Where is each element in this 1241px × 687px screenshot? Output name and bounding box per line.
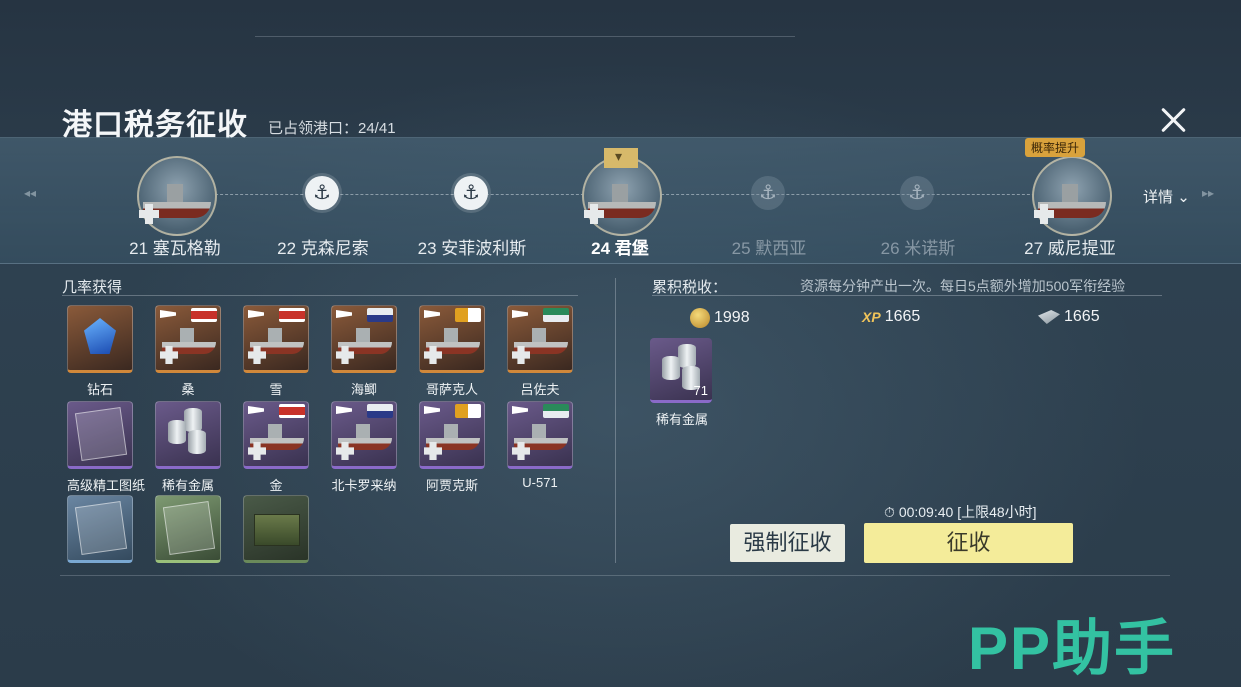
port-label: 27 威尼提亚 [1024, 239, 1116, 258]
steel-amount: 1665 [1064, 308, 1100, 325]
ship-icon [1032, 156, 1112, 236]
xp-resource: XP 1665 [862, 308, 920, 326]
drop-item-name: 桑 [181, 382, 195, 397]
xp-amount: 1665 [884, 308, 921, 325]
reward-item[interactable]: 71 稀有金属 [650, 338, 714, 428]
flag-icon [543, 404, 569, 418]
steel-icon [1038, 310, 1060, 324]
port-label: 26 米诺斯 [880, 239, 956, 258]
accumulated-title: 累积税收： [652, 279, 728, 296]
current-location-icon [604, 148, 638, 168]
metal-icon [155, 401, 221, 469]
crate-icon [254, 514, 300, 546]
anchor-icon: ⚓ [305, 176, 339, 210]
drop-item[interactable] [155, 495, 221, 563]
chevron-down-icon: ⌄ [1177, 189, 1190, 206]
drop-item[interactable]: U-571 [507, 401, 573, 490]
drop-item[interactable] [243, 495, 309, 563]
diamond-icon [84, 318, 116, 354]
drops-divider [62, 295, 578, 296]
drop-item[interactable]: 稀有金属 [155, 401, 221, 494]
drop-item[interactable]: 雪 [243, 305, 309, 398]
anchor-icon: ⚓ [900, 176, 934, 210]
watermark-logo: PP助手 [968, 615, 1177, 682]
ship-icon [582, 156, 662, 236]
accumulated-divider [652, 295, 1162, 296]
drop-item-name: U-571 [522, 475, 558, 490]
drop-item[interactable]: 哥萨克人 [419, 305, 485, 398]
occupied-ports-count: 已占领港口：24/41 [268, 120, 396, 137]
scroll-left-icon[interactable]: ◂◂ [24, 186, 36, 200]
drop-item-name: 高级精工图纸 [67, 478, 146, 493]
drop-item[interactable]: 海鲫 [331, 305, 397, 398]
drops-title: 几率获得 [62, 279, 123, 296]
flag-icon [279, 308, 305, 322]
metal-icon: 71 [650, 338, 712, 403]
drop-item[interactable]: 高级精工图纸 [67, 401, 146, 494]
drop-item[interactable]: 钻石 [67, 305, 133, 398]
flag-icon [367, 308, 393, 322]
drop-item-name: 雪 [269, 382, 283, 397]
blueprint-icon [74, 501, 128, 555]
port-label: 24 君堡 [591, 239, 649, 258]
drop-item-name: 阿贾克斯 [425, 478, 478, 493]
gold-resource: 1998 [690, 308, 750, 328]
ship-icon [137, 156, 217, 236]
reward-name: 稀有金属 [655, 412, 708, 427]
anchor-icon: ⚓ [751, 176, 785, 210]
accumulated-note: 资源每分钟产出一次。每日5点额外增加500军衔经验 [800, 278, 1126, 294]
gold-amount: 1998 [714, 309, 750, 326]
force-collect-button[interactable]: 强制征收 [730, 524, 845, 562]
drop-item-name: 哥萨克人 [425, 382, 478, 397]
flag-icon [279, 404, 305, 418]
coin-icon [690, 308, 710, 328]
collect-button[interactable]: 征收 [864, 523, 1073, 563]
details-button[interactable]: 详情 ⌄ [1143, 186, 1190, 207]
flag-icon [367, 404, 393, 418]
flag-icon [191, 308, 217, 322]
bottom-divider [60, 575, 1170, 576]
blueprint-icon [162, 501, 216, 555]
port-label: 23 安菲波利斯 [417, 239, 527, 258]
anchor-icon: ⚓ [454, 176, 488, 210]
xp-icon: XP [862, 309, 881, 325]
details-label: 详情 [1143, 189, 1174, 206]
timer-icon: ⏱ [884, 504, 895, 520]
drop-item[interactable]: 阿贾克斯 [419, 401, 485, 494]
reward-count: 71 [693, 383, 708, 398]
port-label: 25 默西亚 [731, 239, 807, 258]
drop-item-name: 金 [269, 478, 283, 493]
drop-item-name: 稀有金属 [161, 478, 214, 493]
drop-item-name: 吕佐夫 [520, 382, 560, 397]
collect-timer: ⏱ 00:09:40 [上限48小时] [884, 502, 1037, 522]
drop-item-name: 钻石 [86, 382, 113, 397]
close-icon[interactable] [1158, 104, 1190, 136]
blueprint-icon [74, 407, 128, 461]
drop-item-name: 北卡罗来纳 [331, 478, 397, 493]
drop-item[interactable]: 吕佐夫 [507, 305, 573, 398]
steel-resource: 1665 [1038, 308, 1100, 326]
top-divider [255, 36, 795, 37]
port-route: ◂◂ ▸▸ 21 塞瓦格勒 ⚓ 22 克森尼索 ⚓ 23 安菲波利斯 24 君堡… [0, 137, 1241, 264]
flag-icon [455, 308, 481, 322]
flag-icon [543, 308, 569, 322]
flag-icon [455, 404, 481, 418]
drop-item-name: 海鲫 [350, 382, 377, 397]
timer-text: 00:09:40 [上限48小时] [898, 504, 1037, 520]
panel-divider [615, 278, 616, 563]
scroll-right-icon[interactable]: ▸▸ [1202, 186, 1214, 200]
port-label: 21 塞瓦格勒 [129, 239, 221, 258]
probability-badge: 概率提升 [1025, 138, 1086, 157]
port-label: 22 克森尼索 [277, 239, 369, 258]
drop-item[interactable]: 金 [243, 401, 309, 494]
drop-item[interactable] [67, 495, 133, 563]
drop-item[interactable]: 桑 [155, 305, 221, 398]
drop-item[interactable]: 北卡罗来纳 [331, 401, 397, 494]
